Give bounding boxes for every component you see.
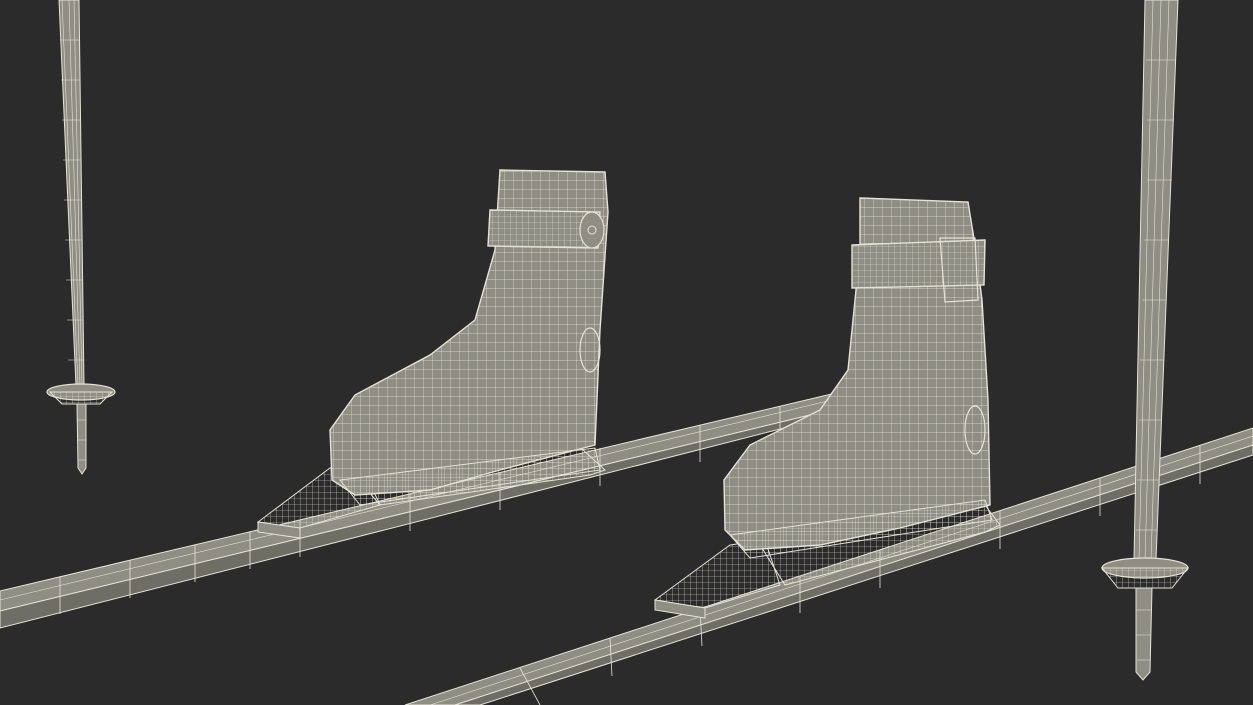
pole-tip xyxy=(76,403,87,475)
ski-boot-right xyxy=(723,197,993,559)
ski-pole-right xyxy=(1100,0,1190,681)
ski-pole-left xyxy=(46,0,116,475)
pole-tip xyxy=(1135,587,1153,681)
boot-buckle xyxy=(579,211,605,249)
render-viewport xyxy=(0,0,1253,705)
ski-boot-left xyxy=(329,169,609,506)
pole-shaft xyxy=(58,0,85,387)
wireframe-scene xyxy=(0,0,1253,705)
